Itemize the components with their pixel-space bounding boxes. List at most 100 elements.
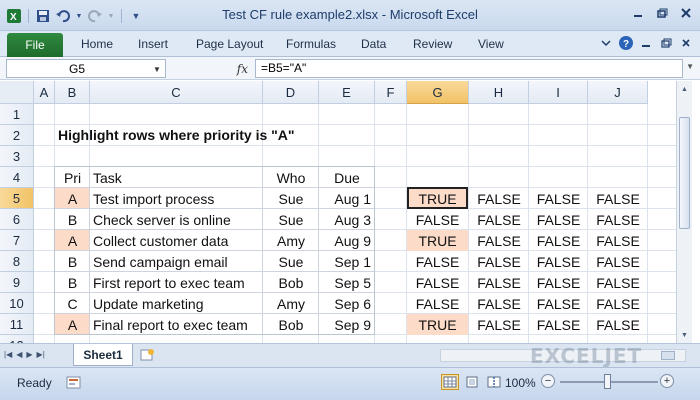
zoom-slider-thumb[interactable] (604, 374, 611, 389)
workbook-close-icon[interactable] (678, 35, 694, 51)
result-cell-j[interactable]: FALSE (588, 272, 648, 293)
result-cell-j[interactable]: FALSE (588, 209, 648, 230)
result-cell-h[interactable]: FALSE (469, 251, 529, 272)
sheet-tab-sheet1[interactable]: Sheet1 (73, 344, 133, 366)
expand-formula-bar-icon[interactable]: ▼ (686, 62, 694, 71)
vertical-scrollbar[interactable]: ▲ ▼ (676, 81, 692, 343)
exceljet-watermark: EXCELJET (530, 344, 643, 368)
tab-home[interactable]: Home (81, 37, 113, 51)
tab-page-layout[interactable]: Page Layout (196, 37, 263, 51)
row-header-8[interactable]: 8 (0, 251, 34, 272)
row-header-5[interactable]: 5 (0, 188, 34, 209)
result-cell-i[interactable]: FALSE (529, 209, 588, 230)
zoom-out-button[interactable]: − (541, 374, 555, 388)
result-cell-h[interactable]: FALSE (469, 209, 529, 230)
formula-bar: G5 ▼ fx =B5="A" ▼ (0, 57, 700, 80)
status-bar: Ready 100% − + (0, 367, 700, 400)
tab-file[interactable]: File (7, 33, 63, 57)
next-sheet-icon[interactable]: ▶ (26, 350, 32, 359)
result-cell-g[interactable]: TRUE (407, 314, 468, 335)
minimize-ribbon-icon[interactable] (598, 35, 614, 51)
gridline (34, 145, 676, 146)
vertical-scroll-thumb[interactable] (679, 117, 690, 229)
row-header-11[interactable]: 11 (0, 314, 34, 335)
column-header-e[interactable]: E (319, 81, 375, 104)
column-header-j[interactable]: J (588, 81, 648, 104)
spreadsheet-grid[interactable]: ▲ ▼ ABCDEFGHIJ123456789101112Highlight r… (0, 81, 700, 356)
minimize-icon[interactable] (630, 5, 646, 21)
result-cell-g[interactable]: FALSE (407, 293, 468, 314)
column-header-a[interactable]: A (34, 81, 55, 104)
first-sheet-icon[interactable]: |◀ (4, 350, 12, 359)
tab-data[interactable]: Data (361, 37, 386, 51)
zoom-level[interactable]: 100% (505, 376, 536, 390)
row-header-3[interactable]: 3 (0, 146, 34, 167)
column-header-c[interactable]: C (90, 81, 263, 104)
result-cell-i[interactable]: FALSE (529, 251, 588, 272)
result-cell-i[interactable]: FALSE (529, 188, 588, 209)
column-header-d[interactable]: D (263, 81, 319, 104)
last-sheet-icon[interactable]: ▶| (37, 350, 45, 359)
close-icon[interactable] (678, 5, 694, 21)
tab-view[interactable]: View (478, 37, 504, 51)
tab-insert[interactable]: Insert (138, 37, 168, 51)
zoom-in-button[interactable]: + (660, 374, 674, 388)
result-cell-h[interactable]: FALSE (469, 188, 529, 209)
help-icon[interactable]: ? (618, 35, 634, 51)
horizontal-scroll-thumb[interactable] (661, 351, 675, 360)
result-cell-i[interactable]: FALSE (529, 230, 588, 251)
tab-formulas[interactable]: Formulas (286, 37, 336, 51)
result-cell-j[interactable]: FALSE (588, 293, 648, 314)
result-cell-i[interactable]: FALSE (529, 293, 588, 314)
sheet-heading: Highlight rows where priority is "A" (58, 127, 295, 143)
window-title: Test CF rule example2.xlsx - Microsoft E… (222, 7, 478, 22)
prev-sheet-icon[interactable]: ◀ (16, 350, 22, 359)
result-cell-j[interactable]: FALSE (588, 251, 648, 272)
column-header-f[interactable]: F (375, 81, 407, 104)
result-cell-g[interactable]: FALSE (407, 272, 468, 293)
workbook-minimize-icon[interactable] (638, 35, 654, 51)
result-cell-j[interactable]: FALSE (588, 314, 648, 335)
insert-function-button[interactable]: fx (237, 62, 248, 76)
page-break-view-icon[interactable] (485, 374, 503, 390)
column-header-b[interactable]: B (55, 81, 90, 104)
row-header-4[interactable]: 4 (0, 167, 34, 188)
insert-sheet-icon[interactable] (139, 348, 155, 362)
result-cell-h[interactable]: FALSE (469, 272, 529, 293)
active-cell-g5[interactable] (407, 187, 468, 209)
result-cell-j[interactable]: FALSE (588, 188, 648, 209)
tab-review[interactable]: Review (413, 37, 452, 51)
restore-icon[interactable] (654, 5, 670, 21)
result-cell-h[interactable]: FALSE (469, 314, 529, 335)
formula-input[interactable]: =B5="A" (255, 59, 683, 78)
result-cell-g[interactable]: FALSE (407, 251, 468, 272)
svg-text:?: ? (623, 39, 629, 50)
scroll-down-icon[interactable]: ▼ (679, 329, 690, 341)
name-box[interactable]: G5 ▼ (6, 59, 166, 78)
result-cell-h[interactable]: FALSE (469, 230, 529, 251)
row-header-9[interactable]: 9 (0, 272, 34, 293)
column-header-i[interactable]: I (529, 81, 588, 104)
row-header-6[interactable]: 6 (0, 209, 34, 230)
scroll-up-icon[interactable]: ▲ (679, 83, 690, 95)
normal-view-icon[interactable] (441, 374, 459, 390)
result-cell-i[interactable]: FALSE (529, 314, 588, 335)
result-cell-g[interactable]: FALSE (407, 209, 468, 230)
macro-recording-icon[interactable] (66, 376, 82, 390)
table-outline (54, 166, 375, 335)
gridline (34, 124, 676, 125)
result-cell-h[interactable]: FALSE (469, 293, 529, 314)
select-all-corner[interactable] (0, 81, 34, 104)
column-header-g[interactable]: G (407, 81, 469, 104)
workbook-restore-icon[interactable] (658, 35, 674, 51)
row-header-10[interactable]: 10 (0, 293, 34, 314)
result-cell-j[interactable]: FALSE (588, 230, 648, 251)
column-header-h[interactable]: H (469, 81, 529, 104)
row-header-2[interactable]: 2 (0, 125, 34, 146)
row-header-1[interactable]: 1 (0, 104, 34, 125)
page-layout-view-icon[interactable] (463, 374, 481, 390)
name-box-dropdown-icon[interactable]: ▼ (151, 63, 163, 75)
result-cell-g[interactable]: TRUE (407, 230, 468, 251)
result-cell-i[interactable]: FALSE (529, 272, 588, 293)
row-header-7[interactable]: 7 (0, 230, 34, 251)
